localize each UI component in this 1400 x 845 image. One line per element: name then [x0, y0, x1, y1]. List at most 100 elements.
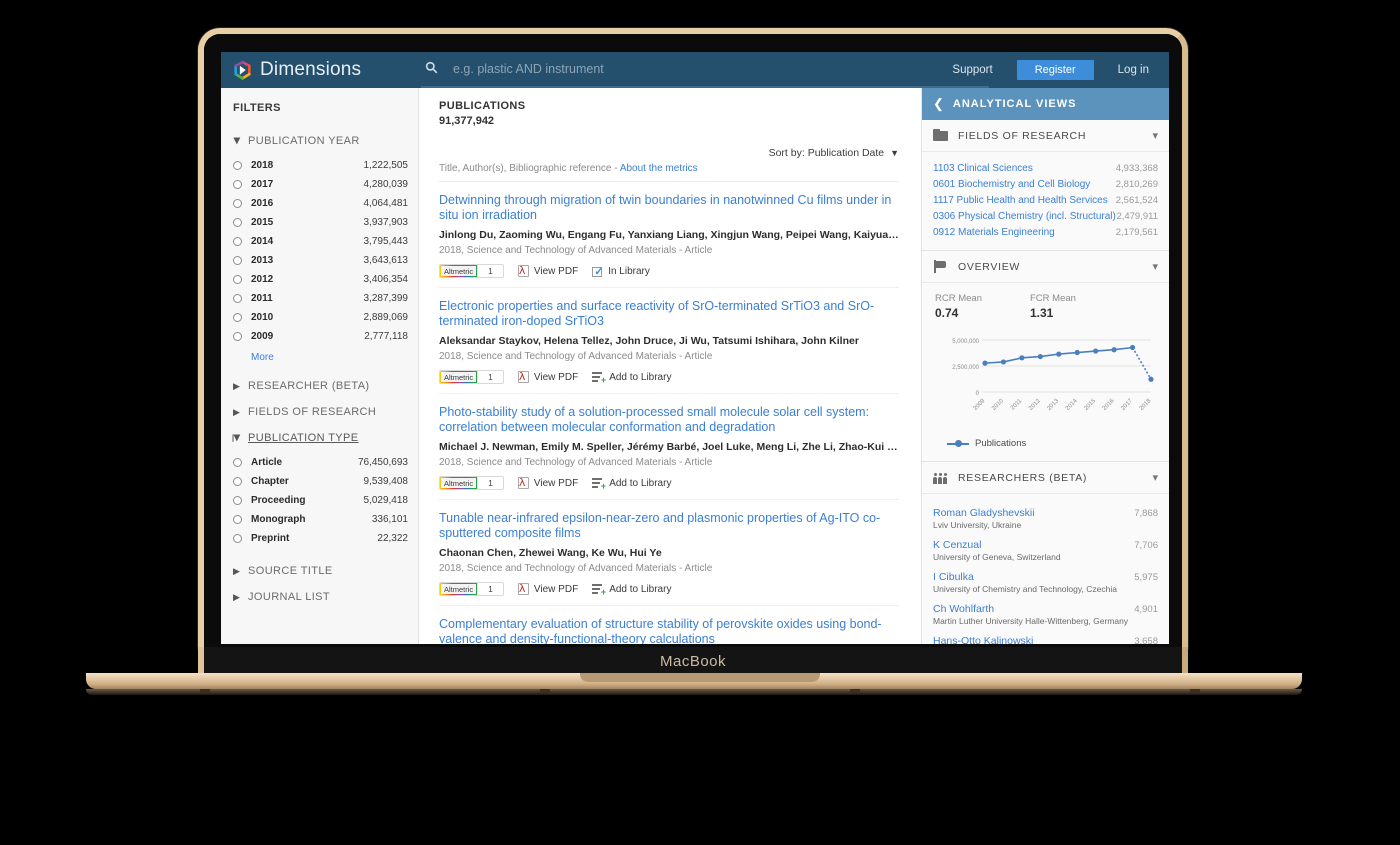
field-name[interactable]: 0601 Biochemistry and Cell Biology: [933, 179, 1090, 190]
facet-title: PUBLICATION YEAR: [248, 135, 360, 147]
brand-logo[interactable]: Dimensions: [221, 59, 421, 81]
radio-icon[interactable]: [233, 275, 242, 284]
facet-option[interactable]: 2011 3,287,399: [233, 289, 418, 308]
radio-icon[interactable]: [233, 458, 242, 467]
facet-header-publication-year[interactable]: ▶ PUBLICATION YEAR: [233, 128, 418, 154]
radio-icon[interactable]: [233, 294, 242, 303]
researcher-row[interactable]: K Cenzual 7,706 University of Geneva, Sw…: [933, 534, 1158, 566]
researcher-name[interactable]: I Cibulka: [933, 571, 974, 583]
facet-option[interactable]: Monograph 336,101: [233, 510, 418, 529]
radio-icon[interactable]: [233, 256, 242, 265]
researcher-row[interactable]: Ch Wohlfarth 4,901 Martin Luther Univers…: [933, 598, 1158, 630]
publication-title[interactable]: Complementary evaluation of structure st…: [439, 617, 899, 644]
altmetric-badge[interactable]: Altmetric 1: [439, 476, 504, 490]
facet-header-source-title[interactable]: ▶ SOURCE TITLE: [233, 558, 418, 584]
view-pdf-button[interactable]: View PDF: [517, 370, 579, 383]
search-input[interactable]: [441, 62, 989, 76]
facet-option[interactable]: 2015 3,937,903: [233, 213, 418, 232]
add-to-library-button[interactable]: + Add to Library: [592, 371, 671, 384]
radio-icon[interactable]: [233, 180, 242, 189]
support-link[interactable]: Support: [938, 64, 1006, 76]
login-link[interactable]: Log in: [1104, 64, 1169, 76]
in-library-status[interactable]: In Library: [592, 265, 650, 278]
researcher-name[interactable]: Hans-Otto Kalinowski: [933, 635, 1033, 644]
facet-option-label: Monograph: [251, 514, 306, 525]
register-button[interactable]: Register: [1016, 60, 1094, 80]
field-name[interactable]: 0306 Physical Chemistry (incl. Structura…: [933, 211, 1116, 222]
publication-title[interactable]: Detwinning through migration of twin bou…: [439, 193, 899, 223]
radio-icon[interactable]: [233, 313, 242, 322]
publication-meta: 2018, Science and Technology of Advanced…: [439, 351, 713, 362]
field-row[interactable]: 1117 Public Health and Health Services 2…: [933, 192, 1158, 208]
facet-option[interactable]: 2016 4,064,481: [233, 194, 418, 213]
publication-title[interactable]: Electronic properties and surface reacti…: [439, 299, 899, 329]
radio-icon[interactable]: [233, 161, 242, 170]
view-pdf-button[interactable]: View PDF: [517, 264, 578, 277]
view-pdf-button[interactable]: View PDF: [517, 582, 578, 595]
field-row[interactable]: 0912 Materials Engineering 2,179,561: [933, 224, 1158, 240]
facet-option[interactable]: 2018 1,222,505: [233, 156, 418, 175]
radio-icon[interactable]: [233, 199, 242, 208]
facet-header-publication-type[interactable]: ▶ PUBLICATION TYPE: [233, 425, 418, 451]
chevron-down-icon[interactable]: ▾: [1152, 471, 1158, 484]
field-row[interactable]: 1103 Clinical Sciences 4,933,368: [933, 160, 1158, 176]
researcher-top: Ch Wohlfarth 4,901: [933, 603, 1158, 615]
pdf-icon: [517, 264, 529, 277]
facet-header-fields-of-research[interactable]: ▶ FIELDS OF RESEARCH: [233, 399, 418, 425]
facet-option[interactable]: Article 76,450,693: [233, 453, 418, 472]
field-name[interactable]: 1117 Public Health and Health Services: [933, 195, 1108, 206]
facet-option-count: 2,889,069: [363, 312, 409, 323]
facet-option[interactable]: 2014 3,795,443: [233, 232, 418, 251]
more-years-link[interactable]: More: [233, 346, 418, 363]
panel-header-overview[interactable]: OVERVIEW ▾: [922, 251, 1169, 283]
facet-option[interactable]: 2009 2,777,118: [233, 327, 418, 346]
chevron-down-icon[interactable]: ▾: [1152, 260, 1158, 273]
facet-option[interactable]: Chapter 9,539,408: [233, 472, 418, 491]
facet-header-researcher[interactable]: ▶ RESEARCHER (BETA): [233, 373, 418, 399]
facet-option[interactable]: 2012 3,406,354: [233, 270, 418, 289]
analytical-views-header[interactable]: ❮ ANALYTICAL VIEWS: [922, 88, 1169, 120]
about-metrics-link[interactable]: About the metrics: [620, 163, 698, 174]
radio-icon[interactable]: [233, 515, 242, 524]
view-pdf-label: View PDF: [533, 371, 579, 383]
radio-icon[interactable]: [233, 237, 242, 246]
chevron-down-icon[interactable]: ▾: [1152, 129, 1158, 142]
radio-icon[interactable]: [233, 332, 242, 341]
researcher-name[interactable]: K Cenzual: [933, 539, 981, 551]
sort-by-dropdown[interactable]: Sort by: Publication Date ▼: [769, 147, 899, 159]
researcher-name[interactable]: Ch Wohlfarth: [933, 603, 994, 615]
facet-header-journal-list[interactable]: ▶ JOURNAL LIST: [233, 584, 418, 610]
radio-icon[interactable]: [233, 534, 242, 543]
view-pdf-button[interactable]: View PDF: [517, 476, 578, 489]
altmetric-badge[interactable]: Altmetric 1: [439, 264, 504, 278]
filters-sidebar: FILTERS ▶ PUBLICATION YEAR 2018 1,222,50…: [221, 88, 419, 644]
facet-option[interactable]: 2010 2,889,069: [233, 308, 418, 327]
panel-header-fields-of-research[interactable]: FIELDS OF RESEARCH ▾: [922, 120, 1169, 152]
facet-option[interactable]: 2013 3,643,613: [233, 251, 418, 270]
field-name[interactable]: 0912 Materials Engineering: [933, 227, 1055, 238]
facet-option[interactable]: 2017 4,280,039: [233, 175, 418, 194]
field-row[interactable]: 0601 Biochemistry and Cell Biology 2,810…: [933, 176, 1158, 192]
altmetric-badge[interactable]: Altmetric 1: [439, 370, 504, 384]
chevron-left-icon[interactable]: ❮: [933, 96, 944, 112]
radio-icon[interactable]: [233, 477, 242, 486]
add-to-library-button[interactable]: + Add to Library: [592, 583, 671, 596]
facet-option-label: 2011: [251, 293, 273, 304]
researcher-row[interactable]: Hans-Otto Kalinowski 3,658: [933, 630, 1158, 644]
field-row[interactable]: 0306 Physical Chemistry (incl. Structura…: [933, 208, 1158, 224]
altmetric-count: 1: [477, 371, 503, 383]
panel-header-researchers[interactable]: RESEARCHERS (BETA) ▾: [922, 462, 1169, 494]
facet-option[interactable]: Proceeding 5,029,418: [233, 491, 418, 510]
facet-option[interactable]: Preprint 22,322: [233, 529, 418, 548]
search-bar[interactable]: [421, 52, 989, 88]
altmetric-badge[interactable]: Altmetric 1: [439, 582, 504, 596]
radio-icon[interactable]: [233, 218, 242, 227]
researcher-row[interactable]: I Cibulka 5,975 University of Chemistry …: [933, 566, 1158, 598]
publication-title[interactable]: Photo-stability study of a solution-proc…: [439, 405, 899, 435]
researcher-name[interactable]: Roman Gladyshevskii: [933, 507, 1035, 519]
add-to-library-button[interactable]: + Add to Library: [592, 477, 671, 490]
radio-icon[interactable]: [233, 496, 242, 505]
researcher-row[interactable]: Roman Gladyshevskii 7,868 Lviv Universit…: [933, 502, 1158, 534]
field-name[interactable]: 1103 Clinical Sciences: [933, 163, 1033, 174]
publication-title[interactable]: Tunable near-infrared epsilon-near-zero …: [439, 511, 899, 541]
